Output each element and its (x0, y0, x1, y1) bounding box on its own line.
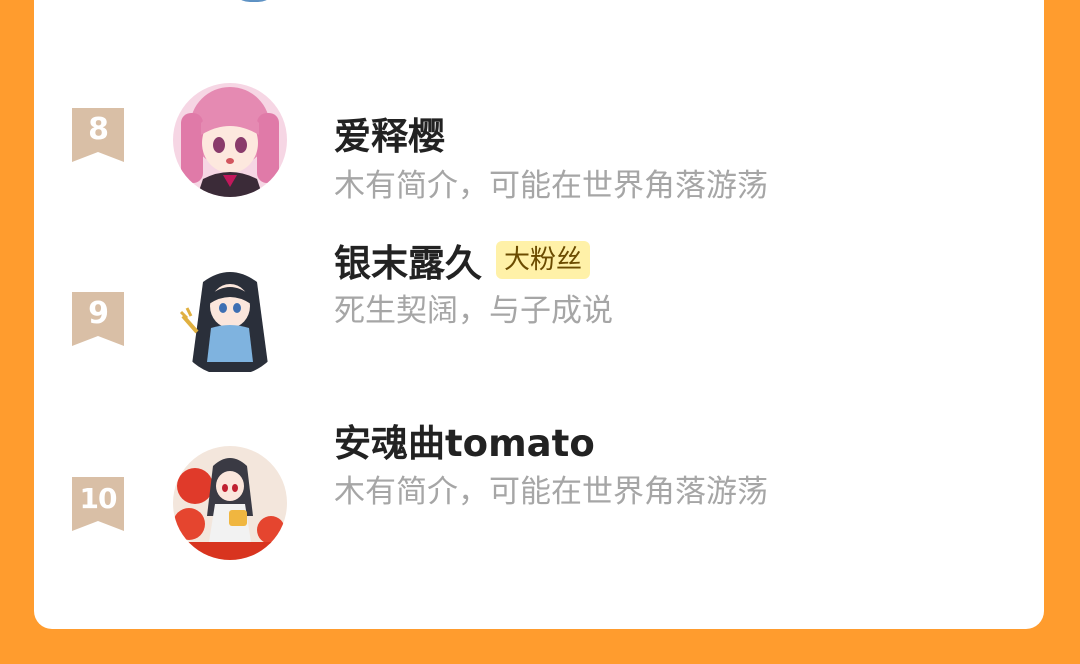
fan-bio: 木有简介，可能在世界角落游荡 (334, 474, 768, 510)
anime-girl-dark-hair-avatar-icon (173, 262, 287, 376)
fan-name-line: 安魂曲tomato (334, 414, 595, 466)
fan-bio: 木有简介，可能在世界角落游荡 (334, 168, 768, 204)
anime-girl-pink-hair-avatar-icon (173, 83, 287, 197)
rank-number: 9 (88, 296, 109, 331)
rank-ribbon: 9 (72, 292, 124, 346)
avatar[interactable] (173, 262, 287, 376)
fan-name[interactable]: 爱释樱 (334, 106, 445, 160)
rank-ribbon: 10 (72, 477, 124, 531)
status-badge: 大粉丝 (496, 241, 591, 279)
fan-name-line: 爱释樱 (334, 107, 445, 159)
fan-bio: 死生契阔，与子成说 (334, 293, 613, 329)
fan-ranking-card: 8 爱释樱 木有简介，可能在世界角落游荡 9 银末露久 大粉丝 死生契阔，与子成… (34, 0, 1044, 629)
fan-name-line: 银末露久 大粉丝 (334, 233, 591, 287)
avatar[interactable] (173, 446, 287, 560)
list-item[interactable]: 8 爱释樱 木有简介，可能在世界角落游荡 (34, 75, 1044, 205)
list-item[interactable]: 10 安魂曲tomato 木有简介，可能在世界角落游荡 (34, 422, 1044, 574)
rank-number: 8 (88, 112, 109, 147)
fan-name[interactable]: 银末露久 (334, 233, 482, 287)
rank-number: 10 (79, 482, 118, 515)
avatar[interactable] (173, 83, 287, 197)
list-item[interactable]: 9 银末露久 大粉丝 死生契阔，与子成说 (34, 241, 1044, 390)
anime-girl-tomato-avatar-icon (173, 446, 287, 560)
avatar[interactable] (230, 0, 278, 2)
rank-ribbon: 8 (72, 108, 124, 162)
fan-name[interactable]: 安魂曲tomato (334, 413, 595, 467)
